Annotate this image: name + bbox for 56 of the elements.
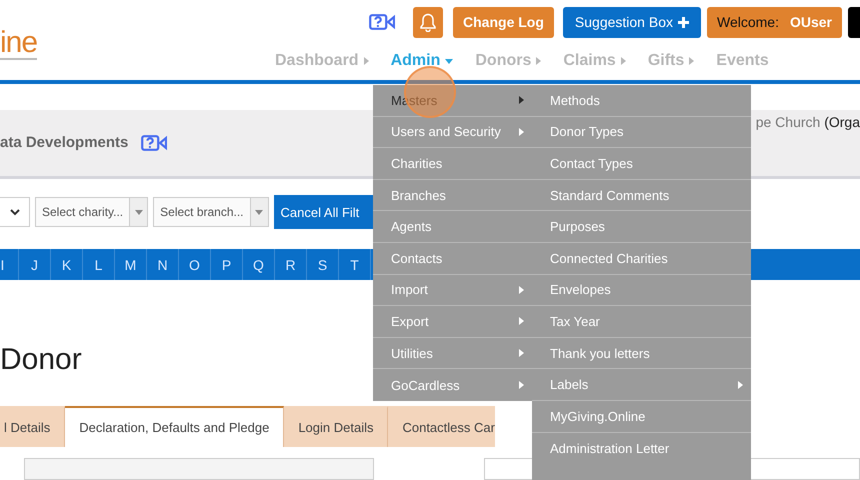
caret-icon [519,128,524,136]
caret-icon [519,286,524,294]
page-heading: Donor [0,342,82,378]
caret-icon [689,57,694,65]
caret-icon [620,57,626,65]
letter-filter[interactable]: S [307,249,339,280]
menu-item[interactable]: Import [373,274,532,306]
caret-icon [134,210,143,215]
organisation-title: ata Developments [0,134,128,152]
caret-icon [519,381,524,390]
video-help-icon[interactable] [141,134,168,151]
suggestion-box-button[interactable]: Suggestion Box [562,6,701,38]
nav-item[interactable]: Events [716,52,769,70]
letter-filter[interactable]: P [211,249,243,280]
letter-filter[interactable]: J [19,249,51,280]
nav-item[interactable]: Admin [390,52,454,70]
letter-filter[interactable]: M [115,249,147,280]
letter-filter[interactable]: O [179,249,211,280]
filter-dropdown[interactable] [0,197,30,228]
plus-icon [678,16,689,28]
letter-filter[interactable]: I [0,249,19,280]
charity-select[interactable]: Select charity... [35,197,148,228]
caret-icon [519,317,524,326]
bell-icon [420,12,436,32]
welcome-button[interactable]: Welcome: OUser [706,6,842,38]
tab[interactable]: Contactless Car [388,406,495,447]
caret-icon [536,57,542,65]
nav-item[interactable]: Claims [563,52,626,70]
change-log-button[interactable]: Change Log [453,6,554,38]
letter-filter[interactable]: N [147,249,179,280]
caret-icon [738,380,743,389]
caret-icon [255,210,264,215]
tab[interactable]: Login Details [284,406,388,447]
caret-icon [445,58,454,64]
menu-item[interactable]: Users and Security [373,116,532,148]
caret-icon [364,57,369,65]
menu-item[interactable]: Donor Types [532,116,751,148]
notifications-button[interactable] [413,6,444,38]
branch-select[interactable]: Select branch... [153,197,269,228]
letter-filter[interactable]: Q [243,249,275,280]
letter-filter[interactable]: T [339,249,371,280]
nav-item[interactable]: Dashboard [275,52,369,70]
logo[interactable]: ine [0,28,38,60]
nav-item[interactable]: Donors [475,52,542,70]
chevron-icon [10,208,20,216]
letter-filter[interactable]: R [275,249,307,280]
nav-item[interactable]: Gifts [648,52,694,70]
caret-icon [519,96,524,104]
letter-filter[interactable]: L [83,249,115,280]
tab[interactable]: l Details [0,406,66,447]
letter-filter[interactable]: K [51,249,83,280]
menu-item[interactable]: Envelopes [532,274,751,306]
tab[interactable]: Declaration, Defaults and Pledge [65,406,284,447]
organisation-name: pe Church (Orga [756,114,860,130]
video-help-icon[interactable] [369,14,396,30]
caret-icon [519,349,524,358]
